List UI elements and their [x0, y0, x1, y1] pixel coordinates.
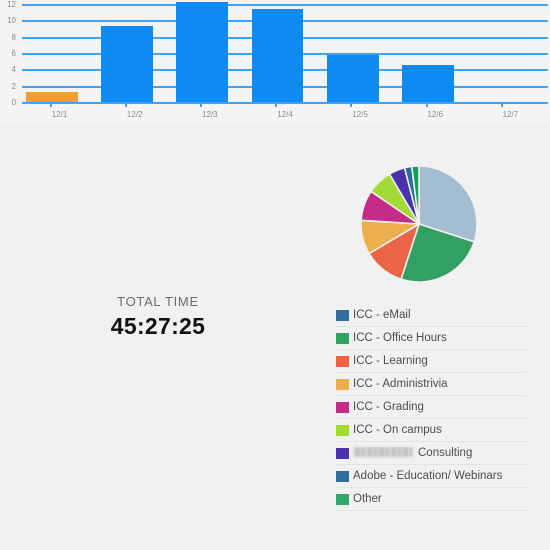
- bar-column[interactable]: [247, 4, 322, 104]
- legend-color-swatch: [336, 401, 349, 413]
- bar-chart-baseline: [22, 102, 548, 104]
- bar[interactable]: [326, 55, 379, 104]
- x-axis-tick-label: 12/4: [277, 110, 293, 119]
- total-time-label: TOTAL TIME: [117, 294, 199, 309]
- bar[interactable]: [251, 9, 304, 104]
- pie-chart-svg: ICC - eMail: 30%ICC - Office Hours: 25%I…: [360, 165, 478, 283]
- x-axis-tick-mark: [275, 104, 278, 107]
- x-axis-tick-mark: [124, 104, 127, 107]
- legend-item[interactable]: ICC - On campus: [336, 419, 526, 442]
- y-axis-tick-label: 10: [7, 16, 16, 26]
- legend-item[interactable]: ICC - Learning: [336, 350, 526, 373]
- y-axis-tick-label: 2: [11, 81, 16, 91]
- redacted-text: [353, 446, 413, 457]
- total-time-block: TOTAL TIME 45:27:25: [58, 294, 258, 340]
- legend-item[interactable]: ICC - eMail: [336, 304, 526, 327]
- x-axis-tick-label: 12/2: [126, 110, 143, 119]
- legend-color-swatch: [336, 470, 349, 482]
- bar[interactable]: [176, 1, 229, 104]
- x-axis-tick-mark: [425, 104, 428, 107]
- legend-item[interactable]: Other: [336, 488, 526, 511]
- y-axis-tick-label: 6: [11, 49, 16, 58]
- legend-item-label: ICC - Learning: [353, 354, 428, 367]
- x-axis-tick-label: 12/3: [202, 110, 218, 119]
- legend-item[interactable]: Consulting: [336, 442, 526, 465]
- bar-column[interactable]: [323, 4, 398, 104]
- total-time-value: 45:27:25: [110, 313, 206, 339]
- x-axis-tick-mark: [200, 104, 203, 107]
- legend-item[interactable]: ICC - Grading: [336, 396, 526, 419]
- legend-item[interactable]: Adobe - Education/ Webinars: [336, 465, 526, 488]
- legend-item-label: ICC - Administrivia: [353, 377, 448, 390]
- legend-item-label: ICC - eMail: [353, 308, 411, 321]
- legend-item-label: ICC - Grading: [353, 400, 424, 413]
- legend-item-label: Consulting: [353, 446, 472, 460]
- legend-color-swatch: [336, 378, 349, 390]
- y-axis-tick-label: 8: [11, 32, 16, 42]
- x-axis-tick-label: 12/7: [502, 110, 519, 119]
- bar[interactable]: [401, 64, 454, 104]
- bar-chart-plot-area: 0 2 4 6 8 10 12 12/1 12/2 12/3 12/4 12/5 12/6 12/7: [7, 1, 548, 119]
- bar-column[interactable]: [22, 4, 97, 104]
- pie-chart-legend: ICC - eMail ICC - Office Hours ICC - Learn…: [336, 304, 526, 511]
- bar-column[interactable]: [398, 4, 473, 104]
- bar-column[interactable]: [172, 1, 247, 104]
- legend-color-swatch: [336, 355, 349, 367]
- y-axis-tick-label: 12: [7, 0, 16, 9]
- legend-color-swatch: [336, 332, 349, 344]
- legend-item-label: ICC - Office Hours: [353, 331, 447, 344]
- x-axis-tick-mark: [49, 104, 52, 107]
- legend-color-swatch: [336, 493, 349, 505]
- legend-item[interactable]: ICC - Office Hours: [336, 327, 526, 350]
- legend-color-swatch: [336, 447, 349, 459]
- x-axis-tick-mark: [500, 104, 503, 107]
- bar-column[interactable]: [97, 4, 172, 104]
- bar[interactable]: [101, 25, 154, 104]
- y-axis-tick-label: 4: [11, 65, 16, 75]
- legend-color-swatch: [336, 424, 349, 436]
- legend-item-label: ICC - On campus: [353, 423, 442, 436]
- x-axis-tick-label: 12/5: [352, 110, 368, 119]
- y-axis-tick-label: 0: [11, 98, 16, 107]
- legend-item[interactable]: ICC - Administrivia: [336, 373, 526, 396]
- legend-item-label: Other: [353, 492, 382, 505]
- bar-column[interactable]: [473, 4, 548, 104]
- legend-color-swatch: [336, 309, 349, 321]
- x-axis-tick-label: 12/1: [51, 110, 68, 119]
- x-axis-tick-mark: [350, 104, 353, 107]
- x-axis-tick-label: 12/6: [427, 110, 444, 119]
- bar-chart-panel: 0 2 4 6 8 10 12 12/1 12/2 12/3 12/4 12/5 12/6 12/7: [0, 0, 550, 125]
- legend-item-label: Adobe - Education/ Webinars: [353, 469, 503, 482]
- pie-chart-panel: ICC - eMail: 30%ICC - Office Hours: 25%I…: [355, 163, 485, 288]
